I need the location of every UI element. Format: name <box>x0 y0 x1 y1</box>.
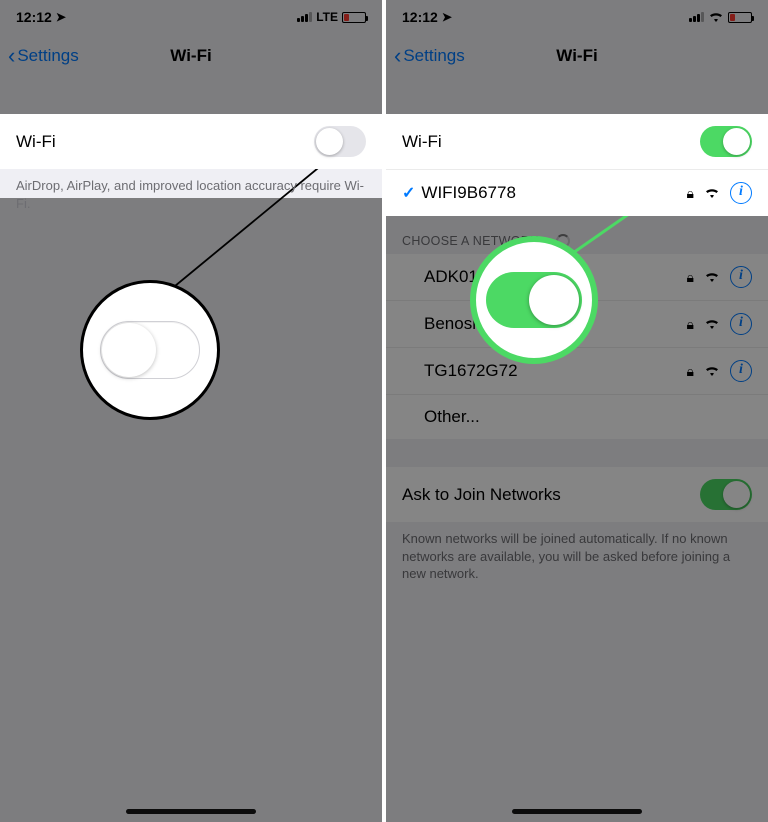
lock-icon: 🔒︎ <box>687 363 694 380</box>
battery-icon <box>728 12 752 23</box>
page-title: Wi-Fi <box>170 46 211 66</box>
home-indicator <box>126 809 256 814</box>
wifi-signal-icon <box>704 187 720 199</box>
back-label: Settings <box>17 46 78 66</box>
status-time: 12:12 <box>16 9 52 25</box>
back-label: Settings <box>403 46 464 66</box>
lock-icon: 🔒︎ <box>687 316 694 333</box>
choose-network-header: CHOOSE A NETWORK... <box>386 216 768 254</box>
cellular-signal-icon <box>689 12 704 22</box>
wifi-master-row: Wi-Fi <box>0 114 382 169</box>
wifi-master-label: Wi-Fi <box>402 132 700 152</box>
lock-icon: 🔒︎ <box>687 185 694 202</box>
info-button[interactable]: i <box>730 266 752 288</box>
back-button[interactable]: ‹ Settings <box>8 45 79 67</box>
wifi-disabled-footer: AirDrop, AirPlay, and improved location … <box>0 169 382 212</box>
home-indicator <box>512 809 642 814</box>
ask-to-join-toggle[interactable] <box>700 479 752 510</box>
wifi-signal-icon <box>704 318 720 330</box>
back-button[interactable]: ‹ Settings <box>394 45 465 67</box>
phone-wifi-on: 12:12 ➤ ‹ Settings Wi-Fi Wi-Fi <box>386 0 768 822</box>
phone-wifi-off: 12:12 ➤ LTE ‹ Settings Wi-Fi Wi-Fi AirDr… <box>0 0 382 822</box>
wifi-status-icon <box>708 11 724 23</box>
network-name: TG1672G72 <box>424 361 687 381</box>
other-network-row[interactable]: Other... <box>386 395 768 439</box>
info-button[interactable]: i <box>730 313 752 335</box>
callout-toggle-on <box>470 236 598 364</box>
status-time: 12:12 <box>402 9 438 25</box>
connected-network-row[interactable]: ✓ WIFI9B6778 🔒︎ i <box>386 170 768 216</box>
battery-icon <box>342 12 366 23</box>
network-type: LTE <box>316 10 338 24</box>
info-button[interactable]: i <box>730 360 752 382</box>
network-row[interactable]: TG1672G72 🔒︎ i <box>386 348 768 395</box>
zoomed-toggle-off <box>100 321 200 379</box>
wifi-signal-icon <box>704 271 720 283</box>
lock-icon: 🔒︎ <box>687 269 694 286</box>
wifi-toggle-off[interactable] <box>314 126 366 157</box>
other-network-label: Other... <box>424 407 752 427</box>
cellular-signal-icon <box>297 12 312 22</box>
checkmark-icon: ✓ <box>402 183 415 203</box>
connected-network-name: WIFI9B6778 <box>421 183 516 203</box>
status-bar: 12:12 ➤ <box>386 0 768 34</box>
wifi-signal-icon <box>704 365 720 377</box>
location-icon: ➤ <box>442 10 452 24</box>
chevron-left-icon: ‹ <box>394 45 401 67</box>
ask-to-join-label: Ask to Join Networks <box>402 485 700 505</box>
ask-to-join-row: Ask to Join Networks <box>386 467 768 522</box>
ask-to-join-footer: Known networks will be joined automatica… <box>386 522 768 583</box>
callout-toggle-off <box>80 280 220 420</box>
wifi-master-row: Wi-Fi <box>386 114 768 170</box>
nav-bar: ‹ Settings Wi-Fi <box>386 34 768 78</box>
info-button[interactable]: i <box>730 182 752 204</box>
chevron-left-icon: ‹ <box>8 45 15 67</box>
wifi-master-label: Wi-Fi <box>16 132 314 152</box>
location-icon: ➤ <box>56 10 66 24</box>
wifi-toggle-on[interactable] <box>700 126 752 157</box>
page-title: Wi-Fi <box>556 46 597 66</box>
zoomed-toggle-on <box>486 272 582 328</box>
nav-bar: ‹ Settings Wi-Fi <box>0 34 382 78</box>
status-bar: 12:12 ➤ LTE <box>0 0 382 34</box>
